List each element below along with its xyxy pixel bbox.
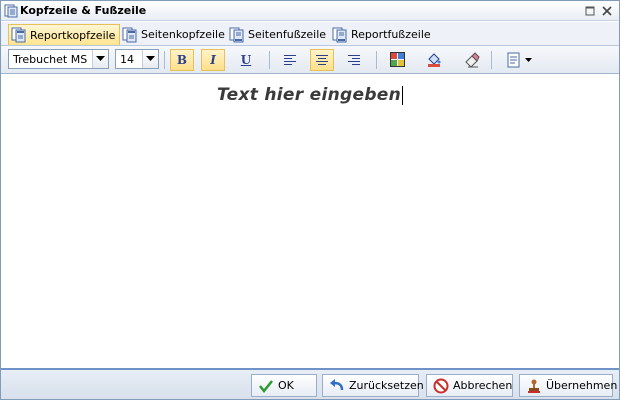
- italic-icon: I: [210, 53, 216, 67]
- cancel-button[interactable]: Abbrechen: [426, 374, 513, 397]
- checkmark-icon: [259, 379, 273, 393]
- tab-page-footer[interactable]: Seitenfußzeile: [227, 24, 330, 45]
- format-toolbar: Trebuchet MS 14 B I U: [1, 46, 619, 74]
- chevron-down-icon: [146, 56, 155, 61]
- text-editor[interactable]: Text hier eingeben: [1, 75, 619, 368]
- section-tabs: Reportkopfzeile Seitenkopfzeile Seitenfu…: [1, 22, 619, 46]
- chevron-down-icon: [96, 56, 105, 61]
- align-center-icon: [316, 55, 328, 65]
- report-footer-icon: [332, 27, 347, 42]
- bold-icon: B: [176, 53, 188, 67]
- toolbar-divider: [376, 51, 377, 69]
- font-color-icon: [390, 52, 405, 67]
- clear-format-button[interactable]: [460, 49, 484, 71]
- toolbar-divider: [269, 51, 270, 69]
- reset-label: Zurücksetzen: [349, 379, 424, 392]
- maximize-icon[interactable]: [584, 5, 596, 17]
- editor-content[interactable]: Text hier eingeben: [1, 85, 619, 105]
- tab-label: Seitenkopfzeile: [141, 28, 225, 41]
- document-icon: [4, 4, 18, 18]
- paint-bucket-icon: [428, 53, 441, 67]
- ok-button[interactable]: OK: [251, 374, 317, 397]
- italic-button[interactable]: I: [201, 49, 225, 71]
- page-header-icon: [122, 27, 137, 42]
- tab-page-header[interactable]: Seitenkopfzeile: [120, 24, 229, 45]
- insert-field-dropdown[interactable]: [502, 49, 536, 71]
- font-family-select[interactable]: Trebuchet MS: [8, 49, 109, 69]
- ok-label: OK: [278, 379, 294, 392]
- apply-button[interactable]: Übernehmen: [519, 374, 617, 397]
- font-color-button[interactable]: [386, 49, 410, 71]
- undo-arrow-icon: [330, 378, 344, 390]
- align-right-button[interactable]: [342, 49, 366, 71]
- title-bar[interactable]: Kopfzeile & Fußzeile: [1, 1, 619, 21]
- bold-button[interactable]: B: [170, 49, 194, 71]
- background-color-button[interactable]: [422, 49, 446, 71]
- tab-report-header[interactable]: Reportkopfzeile: [8, 24, 121, 45]
- chevron-down-icon: [525, 57, 532, 62]
- align-center-button[interactable]: [310, 49, 334, 71]
- stamp-icon: [528, 379, 540, 393]
- editor-text: Text hier eingeben: [216, 85, 402, 105]
- report-header-icon: [11, 27, 26, 43]
- tab-label: Reportkopfzeile: [30, 28, 116, 42]
- toolbar-divider: [491, 51, 492, 69]
- text-caret: [402, 85, 404, 105]
- apply-label: Übernehmen: [546, 379, 618, 392]
- align-left-icon: [284, 55, 296, 65]
- header-footer-dialog: Kopfzeile & Fußzeile Reportkopfzeile Sei…: [0, 0, 620, 400]
- font-size-value: 14: [120, 53, 134, 66]
- eraser-icon: [465, 52, 480, 68]
- cancel-label: Abbrechen: [453, 379, 513, 392]
- page-footer-icon: [229, 27, 244, 42]
- toolbar-divider: [164, 51, 165, 69]
- reset-button[interactable]: Zurücksetzen: [322, 374, 424, 397]
- tab-label: Seitenfußzeile: [248, 28, 327, 41]
- close-icon[interactable]: [601, 5, 613, 17]
- dropdown-button[interactable]: [142, 50, 158, 68]
- font-size-select[interactable]: 14: [115, 49, 159, 69]
- font-family-value: Trebuchet MS: [13, 53, 88, 66]
- underline-button[interactable]: U: [234, 49, 258, 71]
- underline-icon: U: [240, 53, 252, 67]
- dialog-footer: OK Zurücksetzen Abbrechen Übernehmen: [1, 368, 619, 399]
- align-left-button[interactable]: [278, 49, 302, 71]
- align-right-icon: [348, 55, 360, 65]
- dialog-title: Kopfzeile & Fußzeile: [20, 4, 147, 17]
- insert-field-icon: [507, 52, 520, 68]
- dropdown-button[interactable]: [92, 50, 108, 68]
- cancel-icon: [433, 378, 449, 393]
- tab-report-footer[interactable]: Reportfußzeile: [330, 24, 435, 45]
- tab-label: Reportfußzeile: [351, 28, 431, 41]
